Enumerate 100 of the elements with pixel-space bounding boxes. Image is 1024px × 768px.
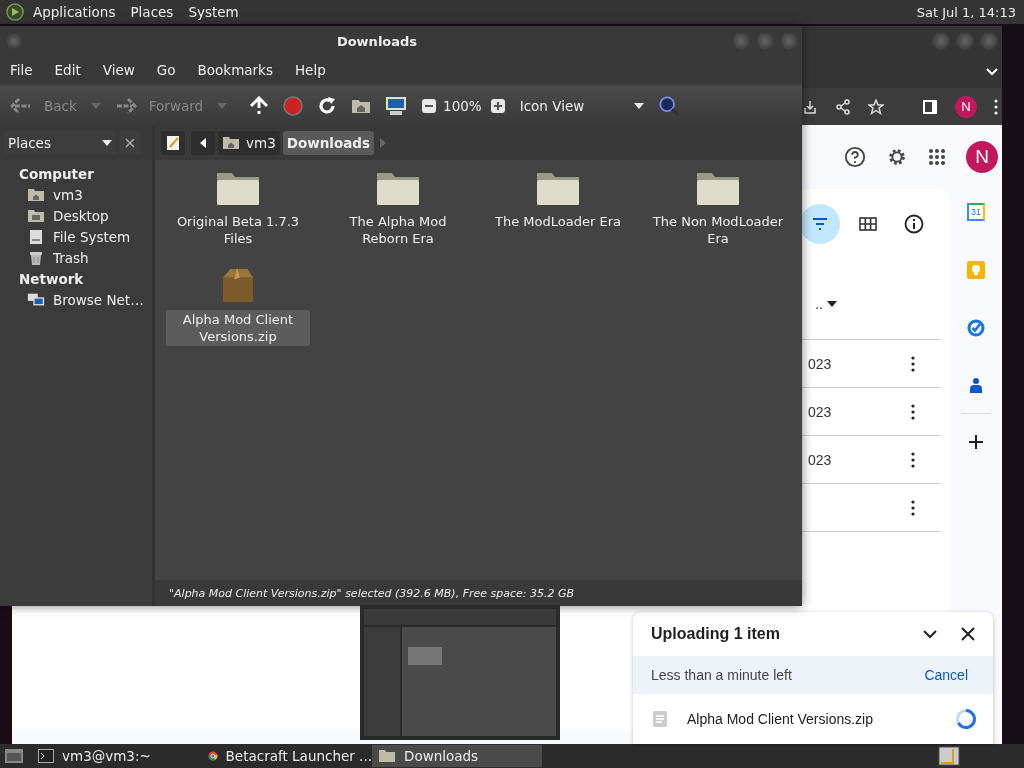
folder-icon[interactable]: [536, 170, 580, 206]
terminal-icon[interactable]: [38, 749, 54, 763]
share-icon[interactable]: [835, 98, 851, 115]
file-name[interactable]: The Alpha Mod Reborn Era: [326, 212, 470, 248]
table-cell: 023: [808, 451, 832, 468]
folder-icon[interactable]: [378, 749, 396, 763]
dropdown-arrow-icon[interactable]: [102, 140, 112, 146]
view-dropdown[interactable]: Icon View: [519, 98, 645, 114]
close-icon[interactable]: [961, 627, 975, 641]
zoom-level: 100%: [443, 98, 482, 114]
section-heading: Network: [19, 271, 85, 287]
package-icon[interactable]: [221, 266, 255, 304]
edit-path-button[interactable]: [161, 131, 185, 155]
more-menu-icon[interactable]: [994, 98, 998, 115]
menu-item[interactable]: Bookmarks: [197, 62, 273, 78]
filter-icon[interactable]: [812, 218, 828, 230]
settings-icon[interactable]: [886, 146, 908, 168]
cancel-link[interactable]: Cancel: [924, 667, 968, 683]
trash-icon[interactable]: [27, 250, 45, 266]
progress-spinner-icon: [955, 708, 977, 730]
folder-icon[interactable]: [216, 170, 260, 206]
chevron-down-icon[interactable]: [923, 629, 937, 639]
dropdown-arrow-icon[interactable]: [634, 103, 645, 109]
menu-item[interactable]: Help: [294, 62, 326, 78]
left-arrow-icon[interactable]: [200, 138, 206, 148]
apps-grid-icon[interactable]: [928, 148, 946, 166]
upload-file-name: Alpha Mod Client Versions.zip: [687, 711, 874, 727]
clock[interactable]: Sat Jul 1, 14:13: [916, 4, 1016, 20]
window-title: Downloads: [335, 33, 419, 49]
search-icon[interactable]: [658, 95, 681, 117]
menu-item[interactable]: Edit: [54, 62, 81, 78]
panel-menu[interactable]: System: [188, 4, 239, 20]
calendar-icon[interactable]: 31: [967, 203, 985, 221]
contact-icon[interactable]: [969, 377, 983, 393]
row-menu-icon[interactable]: [911, 355, 915, 372]
zoom-in-icon[interactable]: [489, 98, 506, 114]
sort-caret-icon[interactable]: [827, 301, 837, 307]
place-item[interactable]: Desktop: [27, 208, 152, 224]
row-menu-icon[interactable]: [911, 403, 915, 420]
forward-arrow-icon[interactable]: [114, 98, 137, 114]
taskbar-button[interactable]: Betacraft Launcher ...: [202, 745, 372, 767]
place-item[interactable]: Trash: [27, 250, 152, 266]
menu-item[interactable]: Go: [156, 62, 176, 78]
taskbar-button[interactable]: Downloads: [372, 745, 542, 767]
side-panel-icon[interactable]: [922, 98, 938, 115]
place-item[interactable]: File System: [27, 229, 152, 245]
grid-view-icon[interactable]: [859, 217, 877, 231]
file-name[interactable]: The ModLoader Era: [491, 212, 625, 231]
table-cell: 023: [808, 355, 832, 372]
folder-icon[interactable]: [376, 170, 420, 206]
home-folder-icon[interactable]: [27, 188, 45, 202]
logo-icon[interactable]: [6, 3, 24, 21]
panel-menu[interactable]: Places: [130, 4, 174, 20]
profile-avatar[interactable]: N: [955, 95, 977, 118]
table-cell: 023: [808, 403, 832, 420]
account-avatar[interactable]: N: [966, 141, 998, 173]
section-heading: Computer: [19, 166, 95, 182]
drive-icon[interactable]: [27, 229, 45, 245]
stop-icon[interactable]: [283, 96, 304, 116]
taskbar-button[interactable]: vm3@vm3:~: [32, 745, 202, 767]
star-icon[interactable]: [868, 98, 884, 115]
home-folder-icon[interactable]: [222, 136, 240, 150]
file-name[interactable]: Alpha Mod Client Versions.zip: [166, 310, 310, 346]
computer-icon[interactable]: [385, 96, 408, 116]
filter-button[interactable]: [800, 204, 840, 244]
download-icon[interactable]: [802, 98, 818, 115]
desktop-folder-icon[interactable]: [27, 209, 45, 223]
reload-icon[interactable]: [317, 96, 338, 116]
upload-eta: Less than a minute left: [651, 667, 792, 683]
upload-title: Uploading 1 item: [651, 625, 781, 643]
show-desktop-icon[interactable]: [4, 748, 24, 764]
status-bar: "Alpha Mod Client Versions.zip" selected (392.6 MB), Free space: 35.2 GB: [155, 580, 802, 606]
path-back-button[interactable]: [191, 131, 215, 155]
zoom-out-icon[interactable]: [421, 98, 438, 114]
side-pane-dropdown[interactable]: Places: [4, 131, 116, 155]
folder-icon[interactable]: [696, 170, 740, 206]
add-icon[interactable]: [968, 434, 984, 450]
network-computers-icon[interactable]: [27, 292, 45, 308]
path-button[interactable]: Downloads: [282, 131, 374, 155]
document-icon: [653, 711, 667, 727]
pencil-note-icon[interactable]: [166, 135, 180, 151]
close-pane-button[interactable]: [119, 131, 141, 155]
workspace-switcher-icon[interactable]: [938, 746, 960, 766]
panel-menu[interactable]: Applications: [33, 4, 116, 20]
file-name[interactable]: The Non ModLoader Era: [646, 212, 790, 248]
info-icon[interactable]: [904, 214, 924, 234]
tasks-icon[interactable]: [967, 319, 985, 337]
row-menu-icon[interactable]: [911, 451, 915, 468]
menu-item[interactable]: View: [102, 62, 135, 78]
up-arrow-icon[interactable]: [249, 96, 270, 116]
help-icon[interactable]: [844, 146, 866, 168]
home-folder-icon[interactable]: [351, 98, 372, 114]
place-item[interactable]: Browse Net…: [27, 292, 152, 308]
place-item[interactable]: vm3: [27, 187, 152, 203]
back-arrow-icon[interactable]: [10, 98, 32, 114]
path-button[interactable]: vm3: [218, 131, 280, 155]
file-name[interactable]: Original Beta 1.7.3 Files: [166, 212, 310, 248]
menu-item[interactable]: File: [10, 62, 33, 78]
row-menu-icon[interactable]: [911, 499, 915, 516]
column-header[interactable]: ..: [815, 296, 823, 312]
